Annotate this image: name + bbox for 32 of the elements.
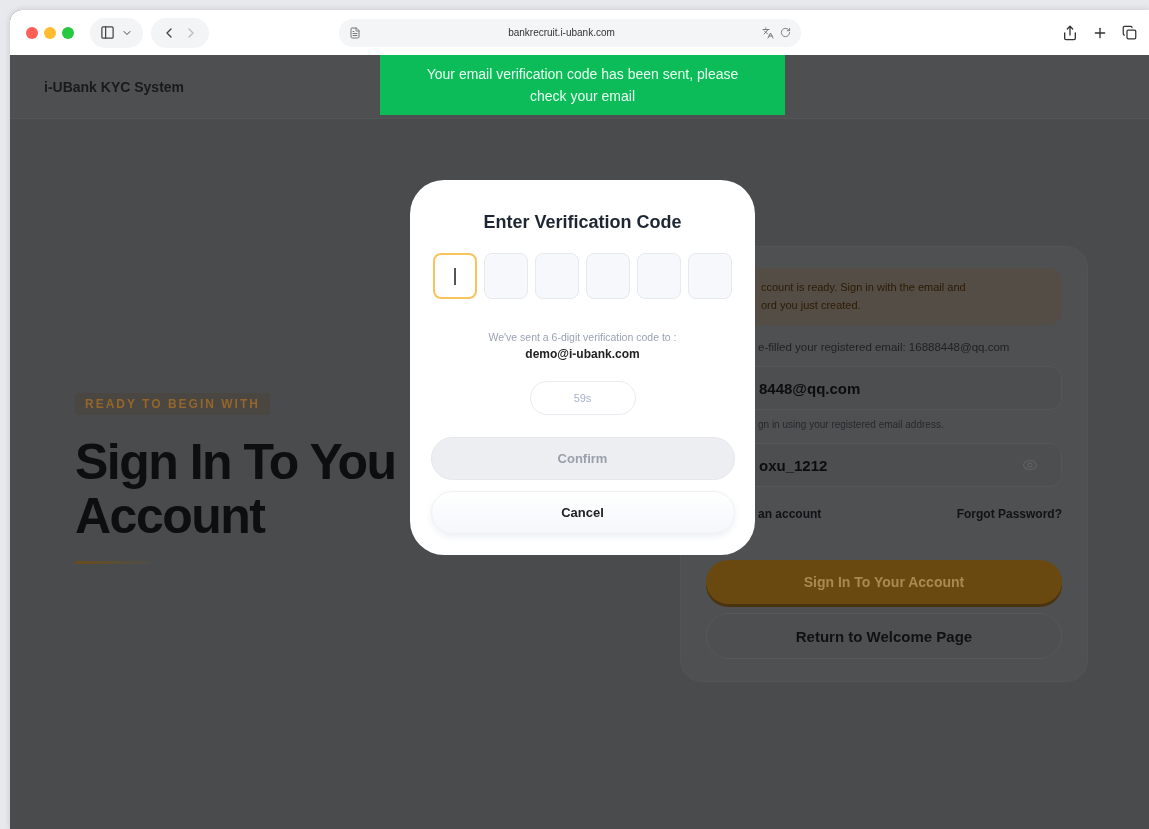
- success-toast: Your email verification code has been sent, please check your email: [380, 55, 785, 115]
- sent-message: We've sent a 6-digit verification code to :: [488, 331, 677, 343]
- sidebar-toggle-button[interactable]: [90, 17, 143, 48]
- reload-icon[interactable]: [780, 27, 791, 38]
- create-account-link[interactable]: an account: [758, 507, 822, 521]
- code-digit-field[interactable]: [433, 253, 477, 299]
- sidebar-icon: [100, 25, 115, 40]
- page-heading: Sign In To You Account: [75, 435, 396, 543]
- code-digit-field[interactable]: [637, 253, 681, 299]
- code-digit-field[interactable]: [586, 253, 630, 299]
- code-digit-field[interactable]: [688, 253, 732, 299]
- notice-text: ccount is ready. Sign in with the email and: [761, 280, 967, 295]
- tab-overview-button[interactable]: [1122, 25, 1137, 40]
- zoom-window-icon[interactable]: [62, 26, 74, 39]
- code-digit-field[interactable]: [484, 253, 528, 299]
- text-cursor-icon: [454, 267, 456, 285]
- page-icon: [349, 26, 361, 39]
- translate-icon[interactable]: [762, 26, 774, 39]
- minimize-window-icon[interactable]: [44, 26, 56, 39]
- dialog-title: Enter Verification Code: [483, 212, 682, 233]
- cancel-button[interactable]: Cancel: [430, 491, 735, 534]
- eyebrow-label: READY TO BEGIN WITH: [75, 393, 270, 415]
- notice-text: ord you just created.: [761, 298, 862, 313]
- code-digit-field[interactable]: [535, 253, 579, 299]
- share-button[interactable]: [1062, 24, 1078, 41]
- close-window-icon[interactable]: [26, 26, 38, 39]
- forgot-password-link[interactable]: Forgot Password?: [956, 507, 1062, 521]
- sign-in-button[interactable]: Sign In To Your Account: [706, 560, 1062, 604]
- url-text: bankrecruit.i-ubank.com: [507, 27, 616, 38]
- return-button[interactable]: Return to Welcome Page: [706, 613, 1062, 659]
- recipient-email: demo@i-ubank.com: [525, 347, 640, 361]
- address-bar[interactable]: bankrecruit.i-ubank.com: [339, 18, 801, 47]
